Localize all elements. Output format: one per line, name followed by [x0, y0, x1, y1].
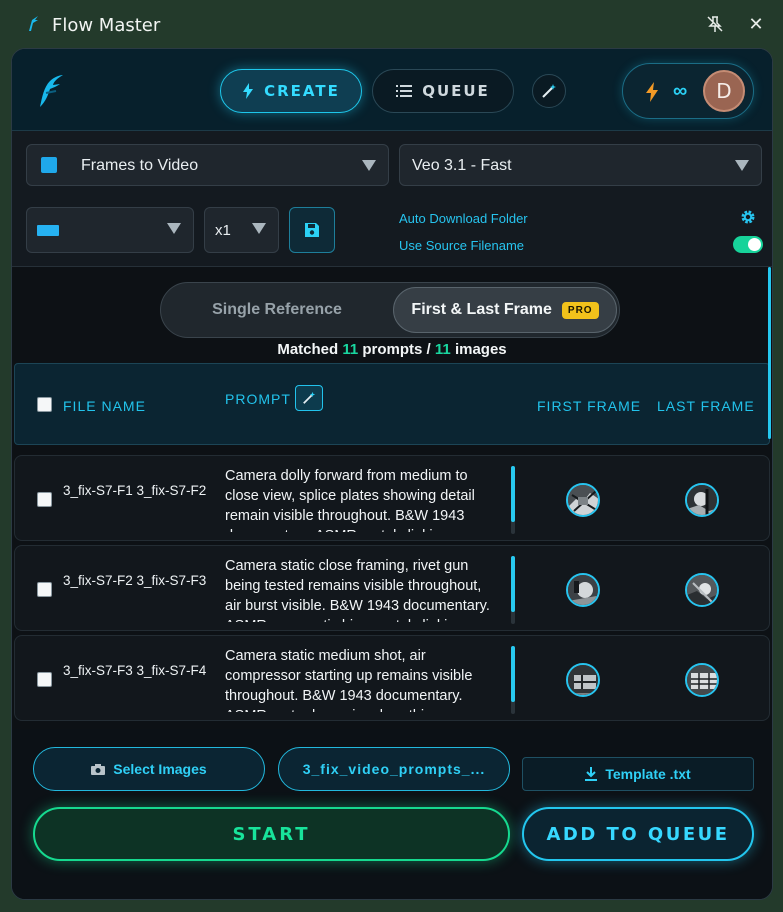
- landscape-ratio-icon: [37, 225, 59, 236]
- row-checkbox[interactable]: [37, 492, 52, 507]
- mode-select-value: Frames to Video: [81, 157, 199, 174]
- header-file-name[interactable]: FILE NAME: [63, 398, 146, 414]
- title-bar: Flow Master ✕: [0, 0, 783, 48]
- table-header: FILE NAME PROMPT FIRST FRAME LAST FRAME: [14, 363, 770, 445]
- magic-wand-button[interactable]: [532, 74, 566, 108]
- select-all-checkbox[interactable]: [37, 397, 52, 412]
- last-frame-thumbnail[interactable]: [685, 663, 719, 697]
- matched-images-word: images: [454, 341, 507, 358]
- magic-wand-icon: [542, 84, 556, 98]
- chevron-down-icon: [167, 223, 181, 234]
- model-select[interactable]: Veo 3.1 - Fast: [399, 144, 762, 186]
- header-first-frame[interactable]: FIRST FRAME: [537, 398, 641, 414]
- bolt-icon: [243, 83, 254, 99]
- use-source-filename-label: Use Source Filename: [399, 238, 524, 253]
- output-count-value: x1: [215, 222, 231, 239]
- mode-select[interactable]: Frames to Video: [26, 144, 389, 186]
- user-credits-pill[interactable]: ∞ D: [622, 63, 754, 119]
- row-prompt[interactable]: Camera dolly forward from medium to clos…: [225, 466, 500, 532]
- select-images-button[interactable]: Select Images: [33, 747, 265, 791]
- prompt-scrollbar[interactable]: [511, 646, 515, 702]
- bolt-icon: [646, 82, 658, 102]
- table-row[interactable]: 3_fix-S7-F1 3_fix-S7-F2 Camera dolly for…: [14, 455, 770, 541]
- save-icon: [305, 223, 319, 237]
- pro-badge: PRO: [561, 301, 599, 319]
- matched-prefix: Matched: [277, 341, 339, 358]
- avatar[interactable]: D: [703, 70, 745, 112]
- chevron-down-icon: [735, 160, 749, 171]
- header: CREATE QUEUE ∞ D: [12, 49, 772, 131]
- first-frame-thumbnail[interactable]: [566, 483, 600, 517]
- controls-section: Frames to Video Veo 3.1 - Fast x1 Auto D…: [12, 131, 772, 267]
- aspect-ratio-select[interactable]: [26, 207, 194, 253]
- tab-create[interactable]: CREATE: [220, 69, 362, 113]
- prompts-file-button[interactable]: 3_fix_video_prompts_...: [278, 747, 510, 791]
- source-filename-toggle[interactable]: [733, 236, 763, 253]
- close-icon[interactable]: ✕: [747, 14, 765, 34]
- model-select-value: Veo 3.1 - Fast: [412, 157, 512, 174]
- single-reference-option[interactable]: Single Reference: [161, 283, 393, 337]
- table-row[interactable]: 3_fix-S7-F3 3_fix-S7-F4 Camera static me…: [14, 635, 770, 721]
- list-icon: [396, 85, 413, 97]
- prompt-scrollbar[interactable]: [511, 556, 515, 612]
- select-images-label: Select Images: [113, 761, 207, 777]
- matched-summary: Matched 11 prompts / 11 images: [12, 341, 772, 358]
- row-prompt[interactable]: Camera static medium shot, air compresso…: [225, 646, 500, 712]
- save-button[interactable]: [289, 207, 335, 253]
- camera-icon: [91, 763, 106, 775]
- header-last-frame[interactable]: LAST FRAME: [657, 398, 755, 414]
- template-label: Template .txt: [605, 766, 691, 782]
- footer: Select Images 3_fix_video_prompts_... Te…: [12, 729, 772, 899]
- matched-images-count: 11: [434, 341, 451, 358]
- matched-prompts-word: prompts /: [362, 341, 431, 358]
- header-prompt[interactable]: PROMPT: [225, 391, 291, 407]
- matched-prompts-count: 11: [342, 341, 359, 358]
- last-frame-thumbnail[interactable]: [685, 483, 719, 517]
- row-file-name: 3_fix-S7-F2 3_fix-S7-F3: [63, 573, 207, 588]
- row-checkbox[interactable]: [37, 672, 52, 687]
- download-icon: [585, 767, 598, 781]
- template-download-button[interactable]: Template .txt: [522, 757, 754, 791]
- main-panel: CREATE QUEUE ∞ D Frames to Video Veo 3.1…: [11, 48, 773, 900]
- add-to-queue-button[interactable]: ADD TO QUEUE: [522, 807, 754, 861]
- prompt-magic-button[interactable]: [295, 385, 323, 411]
- first-last-frame-option[interactable]: First & Last Frame PRO: [393, 287, 617, 333]
- reference-mode-switch: Single Reference First & Last Frame PRO: [160, 282, 620, 338]
- row-prompt[interactable]: Camera static close framing, rivet gun b…: [225, 556, 500, 622]
- prompts-file-label: 3_fix_video_prompts_...: [302, 761, 486, 777]
- prompt-scrollbar[interactable]: [511, 466, 515, 522]
- toggle-knob: [748, 238, 761, 251]
- gear-icon[interactable]: [740, 209, 756, 225]
- content-area: Single Reference First & Last Frame PRO …: [12, 267, 772, 729]
- chevron-down-icon: [362, 160, 376, 171]
- chevron-down-icon: [252, 223, 266, 234]
- brand-logo-icon: [40, 75, 63, 107]
- tab-queue[interactable]: QUEUE: [372, 69, 514, 113]
- start-button[interactable]: START: [33, 807, 510, 861]
- last-frame-thumbnail[interactable]: [685, 573, 719, 607]
- tab-queue-label: QUEUE: [422, 82, 490, 100]
- window-title: Flow Master: [52, 15, 161, 36]
- image-icon: [41, 157, 57, 173]
- magic-wand-icon: [303, 391, 316, 404]
- first-frame-thumbnail[interactable]: [566, 573, 600, 607]
- scrollbar[interactable]: [768, 267, 771, 439]
- row-checkbox[interactable]: [37, 582, 52, 597]
- row-file-name: 3_fix-S7-F3 3_fix-S7-F4: [63, 663, 207, 678]
- pin-icon[interactable]: [706, 15, 724, 33]
- first-last-frame-label: First & Last Frame: [411, 301, 552, 318]
- credits-value: ∞: [673, 80, 688, 102]
- table-row[interactable]: 3_fix-S7-F2 3_fix-S7-F3 Camera static cl…: [14, 545, 770, 631]
- first-frame-thumbnail[interactable]: [566, 663, 600, 697]
- auto-download-folder-link[interactable]: Auto Download Folder: [399, 211, 528, 226]
- row-file-name: 3_fix-S7-F1 3_fix-S7-F2: [63, 483, 207, 498]
- output-count-select[interactable]: x1: [204, 207, 279, 253]
- tab-create-label: CREATE: [264, 82, 340, 100]
- app-logo-icon: [29, 16, 38, 31]
